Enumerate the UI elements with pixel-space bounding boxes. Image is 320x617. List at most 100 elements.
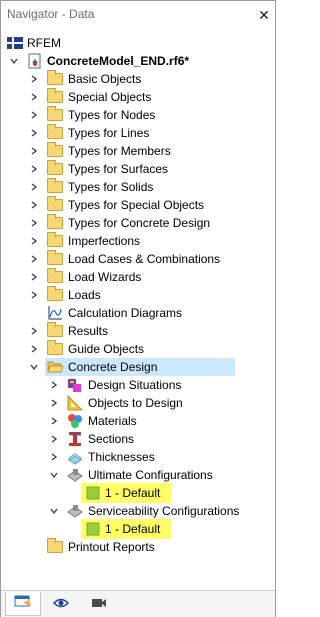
tree-item-types-surfaces[interactable]: Types for Surfaces: [1, 160, 275, 178]
tree-item-label: Sections: [88, 432, 135, 446]
model-label: ConcreteModel_END.rf6*: [47, 54, 190, 68]
chevron-right-icon[interactable]: [29, 200, 39, 210]
chevron-right-icon[interactable]: [29, 218, 39, 228]
chevron-right-icon[interactable]: [29, 146, 39, 156]
chevron-right-icon[interactable]: [29, 128, 39, 138]
tree-item-objects-to-design[interactable]: Objects to Design: [1, 394, 275, 412]
tree-item-results[interactable]: Results: [1, 322, 275, 340]
chevron-right-icon[interactable]: [29, 290, 39, 300]
tree-item-types-solids[interactable]: Types for Solids: [1, 178, 275, 196]
tree-item-label: Imperfections: [68, 234, 141, 248]
chevron-right-icon[interactable]: [29, 92, 39, 102]
folder-icon: [47, 196, 63, 213]
folder-icon: [47, 322, 63, 339]
chevron-right-icon[interactable]: [49, 434, 59, 444]
tree-root-rfem[interactable]: RFEM: [1, 34, 275, 52]
tree-item-uls-default[interactable]: 1 - Default: [1, 484, 275, 502]
title-bar: Navigator - Data ✕: [1, 1, 275, 29]
tree-item-sls-default[interactable]: 1 - Default: [1, 520, 275, 538]
tree-item-label: Types for Lines: [68, 126, 150, 140]
tree-item-label: Objects to Design: [88, 396, 183, 410]
chevron-right-icon[interactable]: [49, 416, 59, 426]
tree-item-label: Design Situations: [88, 378, 182, 392]
tree-item-label: Results: [68, 324, 109, 338]
chevron-right-icon[interactable]: [29, 344, 39, 354]
folder-icon: [47, 106, 63, 123]
close-button[interactable]: ✕: [255, 6, 273, 24]
chevron-right-icon[interactable]: [29, 74, 39, 84]
tree-model[interactable]: ConcreteModel_END.rf6*: [1, 52, 275, 70]
data-navigator-icon: [14, 594, 32, 613]
sections-icon: [67, 431, 83, 447]
folder-icon: [47, 124, 63, 141]
rfem-flag-icon: [7, 35, 23, 51]
chevron-right-icon[interactable]: [29, 272, 39, 282]
tree-item-label: Printout Reports: [68, 540, 155, 554]
tree-item-ultimate-configurations[interactable]: Ultimate Configurations: [1, 466, 275, 484]
tree-item-thicknesses[interactable]: Thicknesses: [1, 448, 275, 466]
tree-item-load-cases[interactable]: Load Cases & Combinations: [1, 250, 275, 268]
window-title: Navigator - Data: [7, 7, 95, 21]
tree-item-label: Load Cases & Combinations: [68, 252, 221, 266]
chevron-right-icon[interactable]: [49, 380, 59, 390]
config-item-icon: [86, 522, 102, 538]
chevron-right-icon[interactable]: [29, 182, 39, 192]
chevron-right-icon[interactable]: [49, 452, 59, 462]
tree-item-label: Types for Nodes: [68, 108, 156, 122]
tree-item-basic-objects[interactable]: Basic Objects: [1, 70, 275, 88]
tree-item-guide-objects[interactable]: Guide Objects: [1, 340, 275, 358]
tree-item-load-wizards[interactable]: Load Wizards: [1, 268, 275, 286]
tree-item-label: Serviceability Configurations: [88, 504, 240, 518]
tree-item-types-special-objects[interactable]: Types for Special Objects: [1, 196, 275, 214]
configurations-icon: [67, 503, 83, 519]
tree-item-types-concrete-design[interactable]: Types for Concrete Design: [1, 214, 275, 232]
objects-to-design-icon: [67, 394, 84, 411]
chevron-down-icon[interactable]: [29, 362, 39, 372]
tree-item-label: Guide Objects: [68, 342, 145, 356]
folder-icon: [47, 340, 63, 357]
tree-item-label: Load Wizards: [68, 270, 142, 284]
chevron-right-icon[interactable]: [49, 398, 59, 408]
tree-item-label: Special Objects: [68, 90, 152, 104]
camera-icon: [91, 597, 107, 612]
tree-item-materials[interactable]: Materials: [1, 412, 275, 430]
folder-icon: [47, 142, 63, 159]
folder-icon: [47, 88, 63, 105]
tree-item-label: Thicknesses: [88, 450, 155, 464]
chevron-right-icon[interactable]: [29, 164, 39, 174]
chevron-right-icon[interactable]: [29, 236, 39, 246]
tab-camera[interactable]: [81, 592, 117, 616]
tree-item-types-members[interactable]: Types for Members: [1, 142, 275, 160]
chevron-down-icon[interactable]: [9, 56, 19, 66]
configurations-icon: [67, 467, 83, 483]
folder-icon: [47, 250, 63, 267]
chevron-down-icon[interactable]: [49, 506, 59, 516]
folder-icon: [47, 214, 63, 231]
folder-open-icon: [47, 359, 64, 375]
tree-item-special-objects[interactable]: Special Objects: [1, 88, 275, 106]
tree-item-sections[interactable]: Sections: [1, 430, 275, 448]
tree-item-label: Ultimate Configurations: [88, 468, 213, 482]
tree-item-concrete-design[interactable]: Concrete Design: [1, 358, 275, 376]
tree-item-loads[interactable]: Loads: [1, 286, 275, 304]
chevron-right-icon[interactable]: [29, 326, 39, 336]
folder-icon: [47, 232, 63, 249]
tree-item-label: Basic Objects: [68, 72, 142, 86]
tree-item-printout-reports[interactable]: Printout Reports: [1, 538, 275, 556]
tree-item-calculation-diagrams[interactable]: Calculation Diagrams: [1, 304, 275, 322]
tree-item-types-nodes[interactable]: Types for Nodes: [1, 106, 275, 124]
tree-item-label: Types for Solids: [68, 180, 154, 194]
folder-icon: [47, 538, 63, 555]
config-item-icon: [86, 486, 102, 502]
tab-view[interactable]: [43, 592, 79, 616]
chevron-right-icon[interactable]: [29, 110, 39, 120]
navigator-panel: Navigator - Data ✕ RFEM ConcreteModel_EN…: [0, 0, 276, 617]
tree-item-types-lines[interactable]: Types for Lines: [1, 124, 275, 142]
tree-item-serviceability-configurations[interactable]: Serviceability Configurations: [1, 502, 275, 520]
folder-icon: [47, 268, 63, 285]
tree-item-design-situations[interactable]: Design Situations: [1, 376, 275, 394]
chevron-right-icon[interactable]: [29, 254, 39, 264]
tree-item-imperfections[interactable]: Imperfections: [1, 232, 275, 250]
tab-data[interactable]: [5, 592, 41, 616]
chevron-down-icon[interactable]: [49, 470, 59, 480]
